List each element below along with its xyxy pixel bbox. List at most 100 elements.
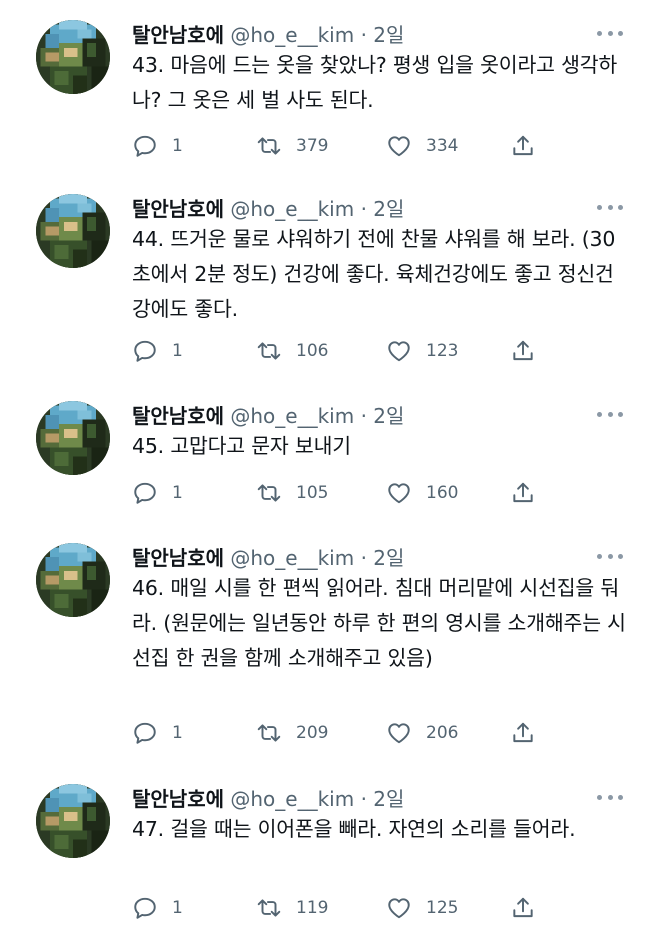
retweet-icon [257, 899, 281, 917]
timestamp[interactable]: 2일 [373, 404, 404, 428]
retweet-count: 106 [296, 341, 329, 361]
like-count: 125 [426, 898, 459, 918]
more-icon[interactable] [597, 549, 623, 563]
timestamp[interactable]: 2일 [373, 787, 404, 811]
like-icon [388, 483, 410, 504]
tweet-header: 탈안남호에 @ho_e__kim · 2일 [132, 194, 404, 224]
more-icon[interactable] [597, 790, 623, 804]
timestamp[interactable]: 2일 [373, 23, 404, 47]
retweet-count: 105 [296, 483, 329, 503]
more-icon[interactable] [597, 407, 623, 421]
separator-dot: · [360, 787, 367, 811]
separator-dot: · [360, 197, 367, 221]
retweet-count: 119 [296, 898, 329, 918]
reply-icon [134, 482, 156, 504]
timeline: 탈안남호에 @ho_e__kim · 2일 43. 마음에 드는 옷을 찾았나?… [0, 0, 655, 938]
timestamp[interactable]: 2일 [373, 546, 404, 570]
avatar[interactable] [36, 784, 110, 858]
display-name[interactable]: 탈안남호에 [132, 546, 224, 570]
share-button[interactable] [510, 894, 536, 922]
user-handle[interactable]: @ho_e__kim [230, 197, 354, 221]
like-button[interactable]: 123 [386, 337, 458, 365]
share-button[interactable] [510, 132, 536, 160]
like-count: 160 [426, 483, 459, 503]
share-icon [513, 897, 533, 918]
timestamp[interactable]: 2일 [373, 197, 404, 221]
reply-count: 1 [172, 898, 183, 918]
reply-count: 1 [172, 723, 183, 743]
user-handle[interactable]: @ho_e__kim [230, 404, 354, 428]
user-handle[interactable]: @ho_e__kim [230, 787, 354, 811]
share-button[interactable] [510, 479, 536, 507]
reply-icon [134, 897, 156, 919]
tweet-header: 탈안남호에 @ho_e__kim · 2일 [132, 401, 404, 431]
action-bar: 1 119 125 [132, 894, 552, 922]
like-count: 334 [426, 136, 459, 156]
share-button[interactable] [510, 337, 536, 365]
share-button[interactable] [510, 719, 536, 747]
like-button[interactable]: 334 [386, 132, 458, 160]
user-handle[interactable]: @ho_e__kim [230, 546, 354, 570]
like-icon [388, 898, 410, 919]
like-button[interactable]: 206 [386, 719, 458, 747]
display-name[interactable]: 탈안남호에 [132, 23, 224, 47]
share-icon [513, 340, 533, 361]
reply-count: 1 [172, 341, 183, 361]
more-icon[interactable] [597, 200, 623, 214]
like-icon [388, 136, 410, 157]
reply-icon [134, 340, 156, 362]
reply-button[interactable]: 1 [132, 894, 183, 922]
avatar[interactable] [36, 401, 110, 475]
tweet-text: 45. 고맙다고 문자 보내기 [132, 434, 351, 458]
share-icon [513, 135, 533, 156]
tweet-text: 47. 걸을 때는 이어폰을 빼라. 자연의 소리를 들어라. [132, 817, 576, 841]
share-icon [513, 482, 533, 503]
reply-count: 1 [172, 136, 183, 156]
avatar[interactable] [36, 543, 110, 617]
like-count: 123 [426, 341, 459, 361]
retweet-button[interactable]: 379 [256, 132, 328, 160]
retweet-icon [257, 137, 281, 155]
avatar[interactable] [36, 194, 110, 268]
action-bar: 1 379 334 [132, 132, 552, 160]
separator-dot: · [360, 23, 367, 47]
retweet-count: 379 [296, 136, 329, 156]
retweet-button[interactable]: 119 [256, 894, 328, 922]
reply-icon [134, 722, 156, 744]
reply-icon [134, 135, 156, 157]
like-count: 206 [426, 723, 459, 743]
share-icon [513, 722, 533, 743]
tweet-text: 46. 매일 시를 한 편씩 읽어라. 침대 머리맡에 시선집을 둬라. (원문… [132, 576, 626, 670]
display-name[interactable]: 탈안남호에 [132, 404, 224, 428]
tweet-header: 탈안남호에 @ho_e__kim · 2일 [132, 543, 404, 573]
user-handle[interactable]: @ho_e__kim [230, 23, 354, 47]
retweet-icon [257, 724, 281, 742]
reply-button[interactable]: 1 [132, 479, 183, 507]
like-icon [388, 341, 410, 362]
action-bar: 1 209 206 [132, 719, 552, 747]
retweet-icon [257, 342, 281, 360]
retweet-button[interactable]: 106 [256, 337, 328, 365]
like-button[interactable]: 125 [386, 894, 458, 922]
tweet-text: 44. 뜨거운 물로 샤워하기 전에 찬물 샤워를 해 보라. (30초에서 2… [132, 227, 616, 321]
retweet-button[interactable]: 209 [256, 719, 328, 747]
more-icon[interactable] [597, 26, 623, 40]
reply-button[interactable]: 1 [132, 719, 183, 747]
retweet-button[interactable]: 105 [256, 479, 328, 507]
retweet-icon [257, 484, 281, 502]
reply-button[interactable]: 1 [132, 337, 183, 365]
reply-count: 1 [172, 483, 183, 503]
retweet-count: 209 [296, 723, 329, 743]
reply-button[interactable]: 1 [132, 132, 183, 160]
display-name[interactable]: 탈안남호에 [132, 197, 224, 221]
tweet-header: 탈안남호에 @ho_e__kim · 2일 [132, 20, 404, 50]
separator-dot: · [360, 404, 367, 428]
avatar[interactable] [36, 20, 110, 94]
like-button[interactable]: 160 [386, 479, 458, 507]
tweet-text: 43. 마음에 드는 옷을 찾았나? 평생 입을 옷이라고 생각하나? 그 옷은… [132, 53, 618, 112]
action-bar: 1 105 160 [132, 479, 552, 507]
display-name[interactable]: 탈안남호에 [132, 787, 224, 811]
separator-dot: · [360, 546, 367, 570]
tweet-header: 탈안남호에 @ho_e__kim · 2일 [132, 784, 404, 814]
like-icon [388, 723, 410, 744]
